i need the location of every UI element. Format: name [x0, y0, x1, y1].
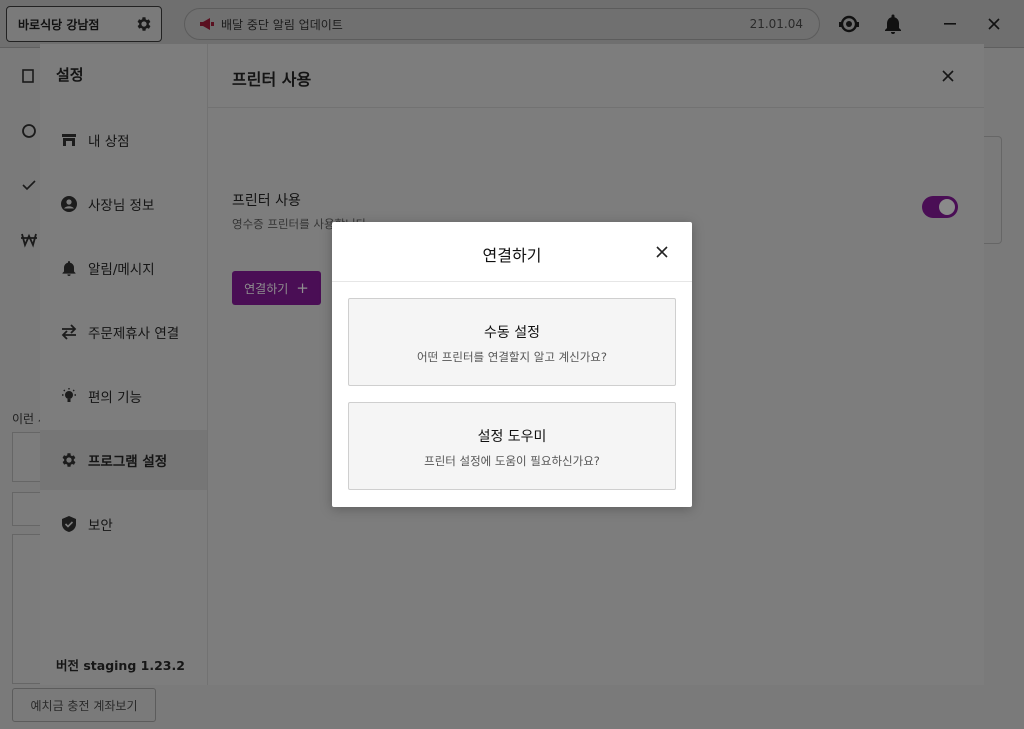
- option-description: 프린터 설정에 도움이 필요하신가요?: [424, 454, 600, 468]
- sidebar-item-order-partner[interactable]: 주문제휴사 연결: [40, 302, 207, 362]
- printer-toggle[interactable]: [922, 196, 958, 218]
- notice-text: 배달 중단 알림 업데이트: [221, 17, 343, 32]
- support-headset-icon[interactable]: [837, 12, 861, 36]
- settings-sidebar: 설정 내 상점 사장님 정보 알림/메시지 주문제휴사 연결 편의 기능 프로그…: [40, 44, 208, 685]
- option-title: 수동 설정: [484, 325, 540, 341]
- sidebar-item-convenience[interactable]: 편의 기능: [40, 366, 207, 426]
- store-name: 바로식당 강남점: [18, 17, 100, 32]
- background-card: [12, 534, 40, 684]
- gear-icon[interactable]: [135, 15, 153, 33]
- lightbulb-icon: [62, 388, 76, 402]
- option-title: 설정 도우미: [477, 429, 547, 445]
- sidebar-item-security[interactable]: 보안: [40, 494, 207, 554]
- bell-icon: [62, 261, 76, 276]
- notice-date: 21.01.04: [749, 17, 803, 31]
- won-icon: [21, 233, 37, 248]
- swap-arrows-icon: [61, 324, 77, 340]
- refresh-icon[interactable]: [20, 122, 38, 140]
- page-title: 프린터 사용: [232, 70, 312, 89]
- shield-check-icon: [62, 516, 76, 532]
- sidebar-item-label: 주문제휴사 연결: [88, 326, 180, 342]
- plus-icon: +: [296, 279, 309, 297]
- store-selector-button[interactable]: 바로식당 강남점: [6, 6, 162, 42]
- setup-wizard-option[interactable]: 설정 도우미 프린터 설정에 도움이 필요하신가요?: [348, 402, 676, 490]
- settings-title: 설정: [56, 66, 84, 84]
- sidebar-item-label: 편의 기능: [88, 390, 142, 406]
- manual-setup-option[interactable]: 수동 설정 어떤 프린터를 연결할지 알고 계신가요?: [348, 298, 676, 386]
- connect-button-label: 연결하기: [244, 281, 289, 296]
- sidebar-item-label: 사장님 정보: [88, 198, 155, 214]
- connect-button[interactable]: 연결하기 +: [232, 271, 321, 305]
- close-icon[interactable]: [940, 68, 956, 84]
- modal-header: 연결하기: [332, 222, 692, 282]
- check-icon[interactable]: [20, 176, 38, 194]
- version-label: 버전 staging 1.23.2: [56, 658, 185, 673]
- bell-icon[interactable]: [881, 12, 905, 36]
- account-circle-icon: [61, 196, 77, 212]
- background-card: [12, 432, 40, 482]
- background-card: [12, 492, 40, 526]
- sidebar-item-label: 내 상점: [88, 134, 130, 150]
- sidebar-item-label: 프로그램 설정: [88, 454, 168, 470]
- gear-icon: [62, 453, 76, 467]
- option-description: 어떤 프린터를 연결할지 알고 계신가요?: [416, 350, 607, 364]
- sidebar-item-notifications[interactable]: 알림/메시지: [40, 238, 207, 298]
- printer-use-label: 프린터 사용: [232, 193, 301, 209]
- deposit-account-button[interactable]: 예치금 충전 계좌보기: [12, 688, 156, 722]
- background-card-edge: [984, 136, 1002, 244]
- close-icon[interactable]: [655, 245, 669, 259]
- close-window-icon[interactable]: [982, 12, 1006, 36]
- top-bar: 바로식당 강남점 배달 중단 알림 업데이트 21.01.04: [0, 0, 1024, 48]
- toggle-knob: [939, 199, 955, 215]
- sidebar-item-owner-info[interactable]: 사장님 정보: [40, 174, 207, 234]
- connect-modal: 연결하기 수동 설정 어떤 프린터를 연결할지 알고 계신가요? 설정 도우미 …: [332, 222, 692, 507]
- sidebar-item-my-store[interactable]: 내 상점: [40, 110, 207, 170]
- sidebar-item-label: 알림/메시지: [88, 262, 155, 278]
- sidebar-item-label: 보안: [88, 518, 113, 534]
- settings-main-header: 프린터 사용: [208, 44, 984, 108]
- megaphone-icon: [200, 18, 214, 30]
- sidebar-item-program-settings[interactable]: 프로그램 설정: [40, 430, 207, 490]
- minimize-icon[interactable]: [938, 12, 962, 36]
- notice-bar[interactable]: 배달 중단 알림 업데이트 21.01.04: [184, 8, 820, 40]
- modal-title: 연결하기: [482, 246, 542, 265]
- store-icon: [62, 134, 76, 146]
- copy-icon[interactable]: [20, 68, 38, 86]
